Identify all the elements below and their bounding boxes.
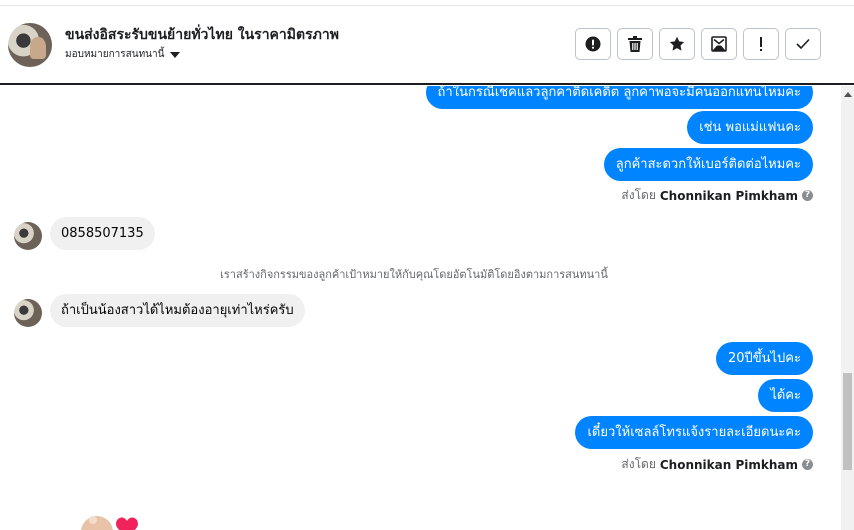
assign-label: มอบหมายการสนทนานี้	[65, 49, 165, 60]
scroll-thumb[interactable]	[843, 373, 852, 470]
caret-down-icon	[170, 51, 181, 58]
outgoing-message: เดี๋ยวให้เซลล์โทรแจ้งรายละเอียดนะคะ	[575, 416, 813, 449]
header-actions	[575, 28, 821, 60]
sent-by-prefix: ส่งโดย	[621, 457, 656, 471]
help-icon[interactable]: ?	[802, 190, 813, 201]
help-icon[interactable]: ?	[802, 459, 813, 470]
conversation-title: ขนส่งอิสระรับขนย้ายทั่วไทย ในราคามิตรภาพ	[65, 27, 339, 43]
scroll-up-arrow-icon[interactable]	[844, 92, 852, 97]
outgoing-message: เช่น พอแม่แฟนคะ	[687, 111, 813, 144]
mark-unread-icon	[711, 36, 727, 52]
incoming-message: 0858507135	[50, 217, 155, 250]
sent-by-prefix: ส่งโดย	[621, 188, 656, 202]
system-note: เราสร้างกิจกรรมของลูกค้าเป้าหมายให้กับคุ…	[220, 268, 608, 281]
star-icon	[669, 36, 685, 51]
report-spam-button[interactable]	[575, 28, 611, 60]
star-button[interactable]	[659, 28, 695, 60]
check-icon	[796, 38, 810, 50]
sent-by-label: ส่งโดย Chonnikan Pimkham ?	[621, 186, 813, 205]
outgoing-message: 20ปีขึ้นไปคะ	[715, 342, 813, 375]
message-thread[interactable]: ถ้าในกรณีเชคแลวลูกคาติดเคดิต ลูกคาพอจะมี…	[0, 86, 841, 530]
outgoing-message: ลูกค้าสะดวกให้เบอร์ติดต่อไหมคะ	[603, 148, 813, 181]
trash-icon	[628, 36, 642, 52]
sticker-image	[81, 516, 138, 530]
outgoing-message: ถ้าในกรณีเชคแลวลูกคาติดเคดิต ลูกคาพอจะมี…	[425, 86, 813, 109]
sender-name: Chonnikan Pimkham	[659, 457, 798, 472]
alert-circle-icon	[585, 36, 601, 52]
exclamation-icon	[760, 37, 762, 51]
incoming-message: ถ้าเป็นน้องสาวได้ไหมต้องอายุเท่าไหร่ครับ	[50, 294, 305, 327]
mark-unread-button[interactable]	[701, 28, 737, 60]
sent-by-label: ส่งโดย Chonnikan Pimkham ?	[621, 455, 813, 474]
contact-avatar-small	[14, 299, 42, 327]
divider	[0, 5, 854, 6]
mark-done-button[interactable]	[785, 28, 821, 60]
scrollbar[interactable]	[841, 86, 854, 530]
sender-name: Chonnikan Pimkham	[659, 188, 798, 203]
contact-avatar-small	[14, 222, 42, 250]
assign-conversation-dropdown[interactable]: มอบหมายการสนทนานี้	[65, 47, 181, 62]
follow-up-button[interactable]	[743, 28, 779, 60]
contact-avatar[interactable]	[8, 23, 52, 67]
conversation-header: ขนส่งอิสระรับขนย้ายทั่วไทย ในราคามิตรภาพ…	[0, 0, 854, 85]
outgoing-message: ได้คะ	[758, 379, 813, 412]
delete-button[interactable]	[617, 28, 653, 60]
